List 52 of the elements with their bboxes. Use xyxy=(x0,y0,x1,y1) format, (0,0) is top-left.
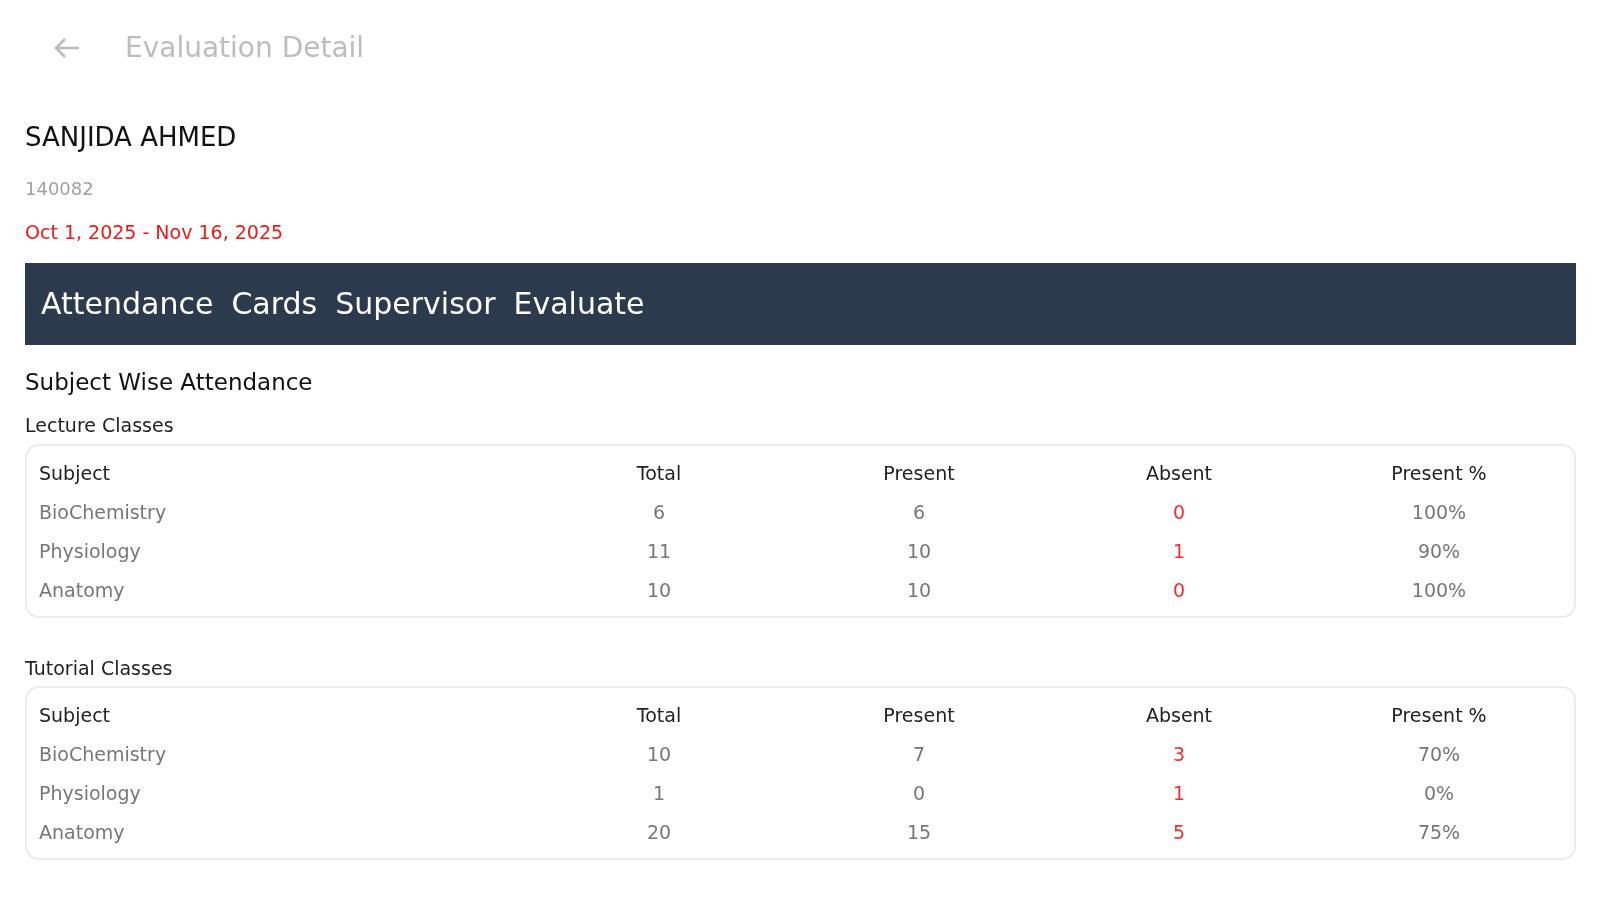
column-header: Present xyxy=(882,703,956,728)
table-cell-text: 5 xyxy=(1171,820,1187,845)
tab[interactable]: Supervisor xyxy=(335,281,496,326)
table-cell-text: Physiology xyxy=(39,781,142,806)
column-header: Absent xyxy=(1144,703,1214,728)
table-cell-text: 0% xyxy=(1422,781,1456,806)
table-cell-text: 15 xyxy=(905,820,933,845)
date-range: Oct 1, 2025 - Nov 16, 2025 xyxy=(25,220,285,245)
tab[interactable]: Attendance xyxy=(41,281,214,326)
column-header: Present xyxy=(882,460,956,486)
table-cell-text: 0 xyxy=(1171,499,1187,525)
back-arrow-icon[interactable] xyxy=(53,36,81,60)
section-title: Subject Wise Attendance xyxy=(25,367,314,397)
tab[interactable]: Evaluate xyxy=(513,281,645,326)
table-cell-text: 1 xyxy=(1171,781,1187,806)
table-cell-text: 10 xyxy=(905,538,933,564)
table-cell-text: 0 xyxy=(1171,577,1187,603)
table-cell-text: 100% xyxy=(1410,499,1468,525)
table-cell-text: BioChemistry xyxy=(39,742,168,767)
column-header: Present % xyxy=(1390,703,1488,728)
table-cell-text: Anatomy xyxy=(39,577,126,603)
column-header: Absent xyxy=(1144,460,1214,486)
column-header: Subject xyxy=(39,460,112,486)
column-header: Present % xyxy=(1390,460,1488,486)
table-cell-text: 10 xyxy=(905,577,933,603)
table-cell-text: 1 xyxy=(1171,538,1187,564)
table-cell-text: BioChemistry xyxy=(39,499,168,525)
table-cell-text: 3 xyxy=(1171,742,1187,767)
page-title: Evaluation Detail xyxy=(125,30,365,66)
table-cell-text: 70% xyxy=(1416,742,1462,767)
table-cell-text: 11 xyxy=(645,538,673,564)
column-header: Subject xyxy=(39,703,112,728)
tab[interactable]: Cards xyxy=(231,281,318,326)
table-title: Tutorial Classes xyxy=(25,655,174,681)
column-header: Total xyxy=(635,460,683,486)
table-cell-text: 75% xyxy=(1416,820,1462,845)
table-cell-text: Physiology xyxy=(39,538,142,564)
table-cell-text: 6 xyxy=(651,499,667,525)
table-cell-text: 6 xyxy=(911,499,927,525)
table-cell-text: 100% xyxy=(1410,577,1468,603)
student-name: SANJIDA AHMED xyxy=(25,121,238,154)
table-cell-text: 0 xyxy=(911,781,927,806)
table-cell-text: 90% xyxy=(1416,538,1462,564)
table-cell-text: Anatomy xyxy=(39,820,126,845)
table-cell-text: 1 xyxy=(651,781,667,806)
student-id: 140082 xyxy=(25,177,95,201)
table-cell-text: 20 xyxy=(645,820,673,845)
table-title: Lecture Classes xyxy=(25,413,175,438)
table-cell-text: 10 xyxy=(645,742,673,767)
table-cell-text: 10 xyxy=(645,577,673,603)
table-cell-text: 7 xyxy=(911,742,927,767)
column-header: Total xyxy=(635,703,683,728)
